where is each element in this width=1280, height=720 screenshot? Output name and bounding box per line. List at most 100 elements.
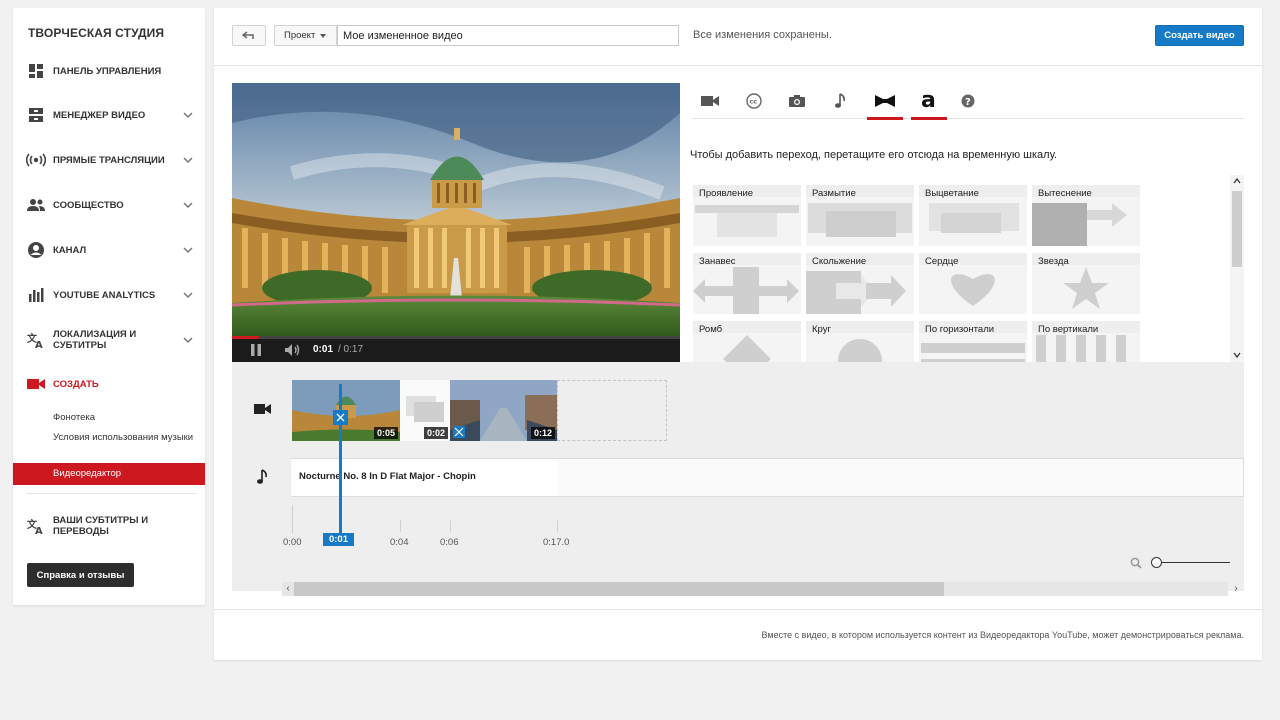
- music-note-icon: [835, 93, 845, 108]
- tool-tabs: cc a ?: [692, 83, 1244, 120]
- sidebar-item-community[interactable]: СООБЩЕСТВО: [13, 185, 205, 225]
- clip-drop-zone[interactable]: [557, 380, 667, 441]
- music-track-icon: [257, 469, 267, 484]
- playhead[interactable]: [339, 384, 342, 538]
- transition-card[interactable]: Сердце: [919, 253, 1027, 314]
- transition-card[interactable]: По вертикали: [1032, 321, 1140, 362]
- sidebar-item-label: ЛОКАЛИЗАЦИЯ И СУБТИТРЫ: [53, 329, 137, 351]
- transition-card[interactable]: Скольжение: [806, 253, 914, 314]
- video-preview[interactable]: 0:01 / 0:17: [232, 83, 680, 362]
- timeline-ruler: [292, 505, 558, 533]
- transition-card[interactable]: Размытие: [806, 185, 914, 246]
- sidebar-subitem-video-editor[interactable]: Видеоредактор: [13, 463, 205, 485]
- sidebar-item-create[interactable]: СОЗДАТЬ: [13, 364, 205, 404]
- transition-card[interactable]: Выцветание: [919, 185, 1027, 246]
- sidebar-item-analytics[interactable]: YOUTUBE ANALYTICS: [13, 275, 205, 315]
- timeline-clip[interactable]: 0:12: [450, 380, 557, 441]
- transition-marker-icon[interactable]: [453, 426, 465, 438]
- chevron-down-icon[interactable]: [183, 290, 193, 300]
- transition-card[interactable]: Круг: [806, 321, 914, 362]
- timeline-scrollbar[interactable]: [282, 582, 1228, 596]
- live-icon: [26, 150, 46, 170]
- chevron-down-icon[interactable]: [183, 110, 193, 120]
- ruler-label: 0:04: [390, 537, 409, 548]
- transition-label: Выцветание: [925, 188, 979, 199]
- ruler-label: 0:00: [283, 537, 302, 548]
- transition-card[interactable]: Занавес: [693, 253, 801, 314]
- save-status: Все изменения сохранены.: [693, 29, 832, 41]
- zoom-slider-knob[interactable]: [1151, 557, 1162, 568]
- chevron-down-icon[interactable]: [183, 200, 193, 210]
- translate-icon: 文A: [26, 330, 46, 350]
- pause-icon[interactable]: [250, 344, 262, 356]
- transition-card[interactable]: Звезда: [1032, 253, 1140, 314]
- back-button[interactable]: [232, 25, 266, 46]
- ruler-tick: [292, 520, 293, 532]
- tab-video[interactable]: [692, 83, 728, 119]
- transitions-scrollbar[interactable]: [1230, 175, 1244, 362]
- transition-card[interactable]: Проявление: [693, 185, 801, 246]
- scroll-right-icon[interactable]: ›: [1230, 582, 1242, 596]
- sidebar-item-your-subtitles[interactable]: 文A ВАШИ СУБТИТРЫ И ПЕРЕВОДЫ: [13, 506, 205, 546]
- tab-help[interactable]: ?: [950, 83, 986, 119]
- sidebar-item-video-manager[interactable]: МЕНЕДЖЕР ВИДЕО: [13, 95, 205, 135]
- preview-frame: [232, 83, 680, 336]
- timeline: 0:05 0:02 0:12 Nocturne No. 8 In D Flat …: [232, 362, 1244, 596]
- sidebar-item-localization[interactable]: 文A ЛОКАЛИЗАЦИЯ И СУБТИТРЫ: [13, 320, 205, 360]
- transition-label: Проявление: [699, 188, 754, 199]
- text-icon: a: [921, 90, 936, 112]
- svg-text:a: a: [921, 90, 936, 112]
- tab-text[interactable]: a: [911, 83, 947, 120]
- transition-card[interactable]: По горизонтали: [919, 321, 1027, 362]
- transition-card[interactable]: Ромб: [693, 321, 801, 362]
- clip-duration: 0:02: [423, 427, 448, 439]
- svg-text:cc: cc: [749, 98, 757, 106]
- svg-text:?: ?: [965, 97, 971, 108]
- zoom-slider-track[interactable]: [1156, 562, 1230, 563]
- tab-photos[interactable]: [779, 83, 815, 119]
- chevron-down-icon[interactable]: [183, 155, 193, 165]
- scissors-icon: [336, 413, 345, 422]
- clip-duration: 0:05: [373, 427, 398, 439]
- sidebar-item-label: СОЗДАТЬ: [53, 378, 99, 390]
- help-icon: ?: [961, 94, 975, 108]
- svg-text:A: A: [35, 526, 43, 535]
- sidebar-item-dashboard[interactable]: ПАНЕЛЬ УПРАВЛЕНИЯ: [13, 51, 205, 91]
- tab-captions[interactable]: cc: [736, 83, 772, 119]
- transition-card[interactable]: Вытеснение: [1032, 185, 1140, 246]
- player-controls: 0:01 / 0:17: [232, 336, 680, 362]
- tab-transitions[interactable]: [867, 83, 903, 120]
- chevron-down-icon[interactable]: [183, 335, 193, 345]
- transition-label: Занавес: [699, 256, 736, 267]
- player-progress-fill: [232, 336, 259, 339]
- project-title-input[interactable]: [337, 25, 679, 46]
- sidebar-subitem-music-policies[interactable]: Условия использования музыки: [53, 431, 203, 445]
- help-feedback-button[interactable]: Справка и отзывы: [27, 563, 134, 587]
- create-video-button[interactable]: Создать видео: [1155, 25, 1244, 46]
- scroll-thumb[interactable]: [1232, 191, 1242, 267]
- video-track-icon: [254, 404, 271, 414]
- scroll-left-icon[interactable]: ‹: [282, 582, 294, 596]
- sidebar-item-channel[interactable]: КАНАЛ: [13, 230, 205, 270]
- sidebar-item-label: ВАШИ СУБТИТРЫ И ПЕРЕВОДЫ: [53, 515, 149, 537]
- sidebar-item-label: ПАНЕЛЬ УПРАВЛЕНИЯ: [53, 65, 162, 77]
- bowtie-transitions-icon: [875, 95, 895, 107]
- sidebar-item-live[interactable]: ПРЯМЫЕ ТРАНСЛЯЦИИ: [13, 140, 205, 180]
- project-dropdown[interactable]: Проект: [274, 25, 337, 46]
- chevron-down-icon[interactable]: [183, 245, 193, 255]
- scroll-up-icon[interactable]: [1233, 178, 1241, 184]
- player-progress-bar[interactable]: [232, 336, 680, 339]
- sidebar-divider: [26, 493, 196, 494]
- playhead-handle[interactable]: [333, 410, 348, 425]
- sidebar-subitem-audio-library[interactable]: Фонотека: [53, 411, 203, 425]
- scroll-down-icon[interactable]: [1233, 352, 1241, 358]
- sidebar-item-label: YOUTUBE ANALYTICS: [53, 289, 156, 301]
- volume-icon[interactable]: [284, 343, 302, 357]
- timeline-transition-clip[interactable]: 0:02: [400, 380, 450, 441]
- transitions-hint: Чтобы добавить переход, перетащите его о…: [690, 149, 1058, 161]
- cc-icon: cc: [746, 93, 762, 109]
- studio-title[interactable]: ТВОРЧЕСКАЯ СТУДИЯ: [28, 26, 164, 40]
- timeline-scroll-thumb[interactable]: [294, 582, 944, 596]
- sidebar-item-label: ПРЯМЫЕ ТРАНСЛЯЦИИ: [53, 154, 165, 166]
- tab-audio[interactable]: [823, 83, 859, 119]
